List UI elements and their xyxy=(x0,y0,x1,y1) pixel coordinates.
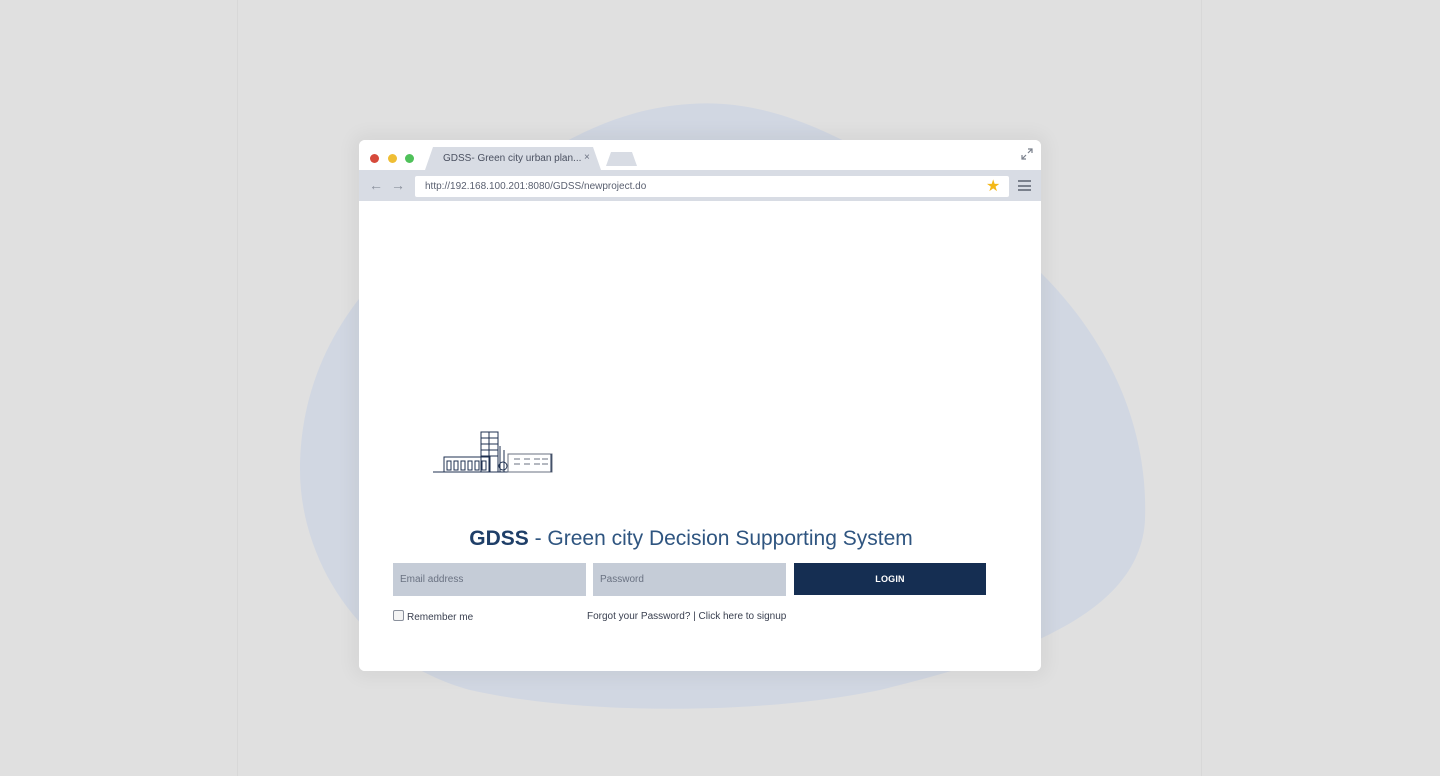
star-icon[interactable]: ★ xyxy=(986,177,1000,196)
tab-bar: GDSS- Green city urban plan... × xyxy=(359,140,1041,170)
close-icon[interactable]: × xyxy=(584,153,590,163)
email-field[interactable] xyxy=(393,563,586,596)
menu-icon[interactable] xyxy=(1018,180,1031,191)
minimize-window-button[interactable] xyxy=(388,154,397,163)
title-rest: - Green city Decision Supporting System xyxy=(528,527,913,550)
expand-icon[interactable] xyxy=(1021,148,1033,160)
new-tab-button[interactable] xyxy=(606,152,637,166)
signup-link[interactable]: Click here to signup xyxy=(699,611,787,622)
url-text: http://192.168.100.201:8080/GDSS/newproj… xyxy=(425,181,647,192)
forward-arrow-icon[interactable]: → xyxy=(391,175,405,195)
tab-title: GDSS- Green city urban plan... xyxy=(443,153,582,164)
back-arrow-icon[interactable]: ← xyxy=(369,175,383,195)
remember-me-row: Remember me xyxy=(393,610,473,623)
link-separator: | xyxy=(690,611,699,622)
address-toolbar: ← → http://192.168.100.201:8080/GDSS/new… xyxy=(359,170,1041,201)
close-window-button[interactable] xyxy=(370,154,379,163)
city-buildings-illustration xyxy=(433,431,553,473)
maximize-window-button[interactable] xyxy=(405,154,414,163)
browser-window: GDSS- Green city urban plan... × ← → htt… xyxy=(359,140,1041,671)
remember-me-checkbox[interactable] xyxy=(393,610,404,621)
password-field[interactable] xyxy=(593,563,786,596)
page-title: GDSS - Green city Decision Supporting Sy… xyxy=(359,527,1023,551)
forgot-password-link[interactable]: Forgot your Password? xyxy=(587,611,690,622)
remember-me-label[interactable]: Remember me xyxy=(407,612,473,623)
account-links: Forgot your Password? | Click here to si… xyxy=(587,611,786,622)
tab-active[interactable]: GDSS- Green city urban plan... × xyxy=(425,147,601,170)
address-bar[interactable]: http://192.168.100.201:8080/GDSS/newproj… xyxy=(415,176,1009,197)
page-content: GDSS - Green city Decision Supporting Sy… xyxy=(359,201,1041,671)
login-button[interactable]: LOGIN xyxy=(794,563,986,595)
title-acronym: GDSS xyxy=(469,527,529,550)
